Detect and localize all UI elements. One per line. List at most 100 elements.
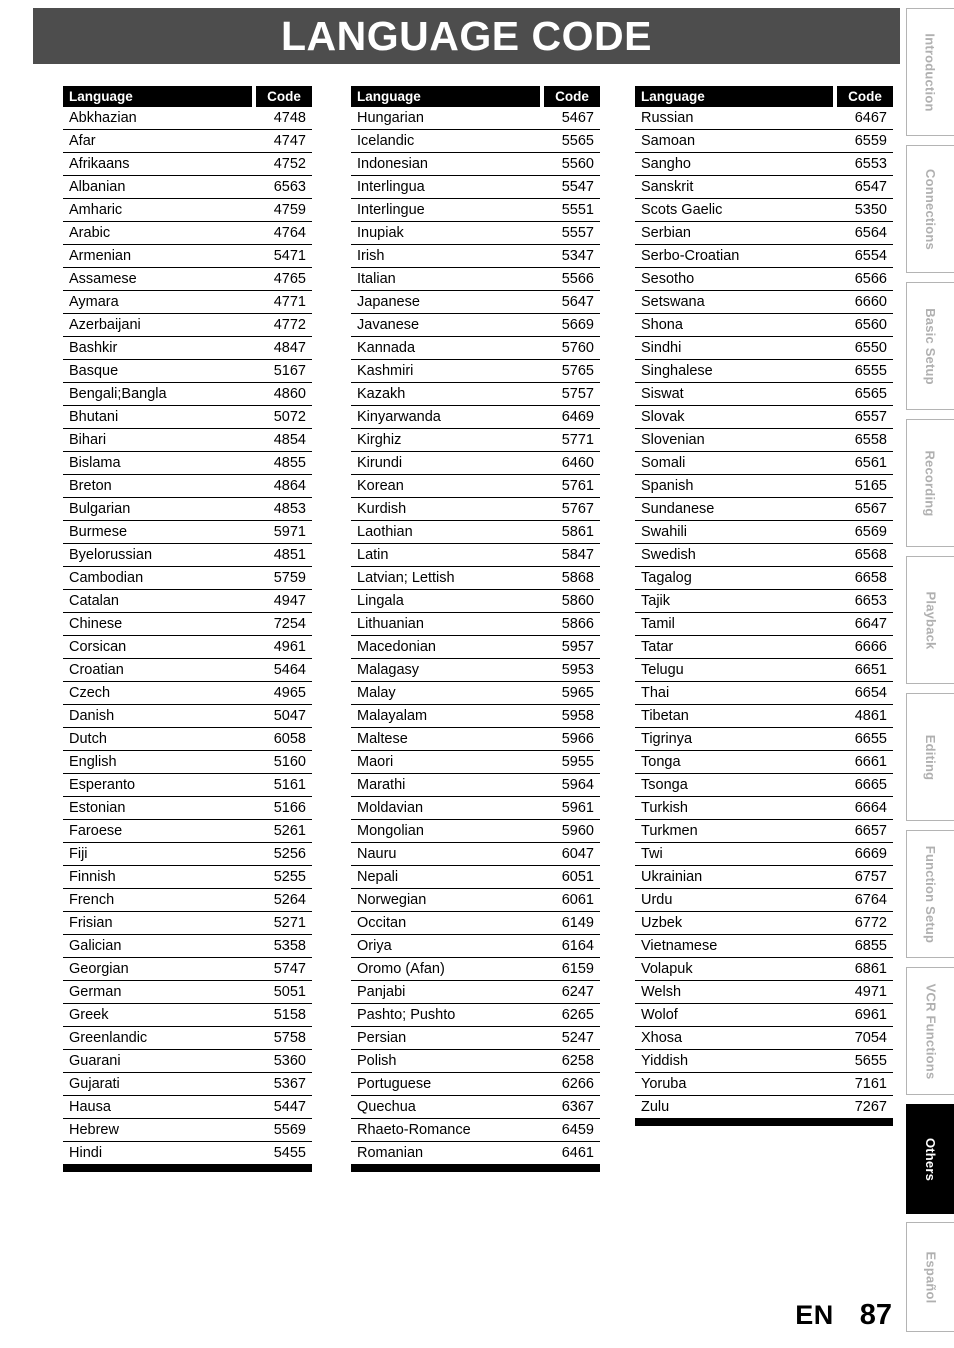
cell-language: Serbo-Croatian bbox=[641, 248, 740, 264]
cell-language: Nauru bbox=[357, 846, 397, 862]
cell-language: Spanish bbox=[641, 478, 694, 494]
table-row: Setswana 6660 bbox=[635, 291, 893, 314]
cell-language: Turkish bbox=[641, 800, 688, 816]
cell-code: 5847 bbox=[561, 547, 594, 563]
table-row: Pashto; Pushto 6265 bbox=[351, 1004, 600, 1027]
table-row: Moldavian 5961 bbox=[351, 797, 600, 820]
cell-code: 4853 bbox=[273, 501, 306, 517]
side-tab-editing[interactable]: Editing bbox=[906, 693, 954, 821]
cell-language: Bislama bbox=[69, 455, 121, 471]
cell-code: 5965 bbox=[561, 685, 594, 701]
cell-language: Afar bbox=[69, 133, 96, 149]
cell-language: Zulu bbox=[641, 1099, 670, 1115]
cell-language: Azerbaijani bbox=[69, 317, 141, 333]
table-row: Galician 5358 bbox=[63, 935, 312, 958]
cell-code: 6550 bbox=[854, 340, 887, 356]
table-row: Persian 5247 bbox=[351, 1027, 600, 1050]
cell-language: Swedish bbox=[641, 547, 696, 563]
table-row: Abkhazian 4748 bbox=[63, 107, 312, 130]
cell-language: Dutch bbox=[69, 731, 107, 747]
cell-language: Marathi bbox=[357, 777, 406, 793]
table-row: Panjabi 6247 bbox=[351, 981, 600, 1004]
side-tab-vcr-functions[interactable]: VCR Functions bbox=[906, 967, 954, 1095]
cell-language: Kurdish bbox=[357, 501, 407, 517]
table-row: Frisian 5271 bbox=[63, 912, 312, 935]
cell-code: 7054 bbox=[854, 1030, 887, 1046]
cell-language: Tamil bbox=[641, 616, 675, 632]
cell-language: Afrikaans bbox=[69, 156, 130, 172]
side-tab-others[interactable]: Others bbox=[906, 1104, 954, 1214]
cell-language: Breton bbox=[69, 478, 112, 494]
cell-code: 6149 bbox=[561, 915, 594, 931]
cell-language: Maltese bbox=[357, 731, 408, 747]
cell-language: Hungarian bbox=[357, 110, 424, 126]
cell-code: 6764 bbox=[854, 892, 887, 908]
table-row: Hausa 5447 bbox=[63, 1096, 312, 1119]
cell-language: Hausa bbox=[69, 1099, 111, 1115]
cell-language: Interlingua bbox=[357, 179, 425, 195]
cell-language: Malay bbox=[357, 685, 396, 701]
table-row: Kirghiz 5771 bbox=[351, 429, 600, 452]
cell-code: 6461 bbox=[561, 1145, 594, 1161]
cell-code: 6058 bbox=[273, 731, 306, 747]
table-row: English 5160 bbox=[63, 751, 312, 774]
cell-language: Amharic bbox=[69, 202, 123, 218]
cell-language: Kazakh bbox=[357, 386, 406, 402]
cell-language: Latin bbox=[357, 547, 389, 563]
column-header-code: Code bbox=[837, 86, 893, 107]
table-row: Basque 5167 bbox=[63, 360, 312, 383]
cell-code: 6467 bbox=[854, 110, 887, 126]
table-row: Faroese 5261 bbox=[63, 820, 312, 843]
side-tab-connections[interactable]: Connections bbox=[906, 145, 954, 273]
cell-code: 5261 bbox=[273, 823, 306, 839]
cell-code: 6563 bbox=[273, 179, 306, 195]
cell-code: 6459 bbox=[561, 1122, 594, 1138]
table-row: Oromo (Afan) 6159 bbox=[351, 958, 600, 981]
table-row: Sundanese 6567 bbox=[635, 498, 893, 521]
cell-language: Czech bbox=[69, 685, 111, 701]
table-row: Kinyarwanda 6469 bbox=[351, 406, 600, 429]
cell-code: 5569 bbox=[273, 1122, 306, 1138]
cell-language: Esperanto bbox=[69, 777, 136, 793]
cell-code: 5964 bbox=[561, 777, 594, 793]
cell-code: 6564 bbox=[854, 225, 887, 241]
table-row: Azerbaijani 4772 bbox=[63, 314, 312, 337]
table-row: Malayalam 5958 bbox=[351, 705, 600, 728]
cell-code: 6460 bbox=[561, 455, 594, 471]
cell-code: 5557 bbox=[561, 225, 594, 241]
cell-code: 6561 bbox=[854, 455, 887, 471]
table-row: Corsican 4961 bbox=[63, 636, 312, 659]
cell-language: Kirundi bbox=[357, 455, 403, 471]
side-tab-function-setup[interactable]: Function Setup bbox=[906, 830, 954, 958]
cell-code: 4764 bbox=[273, 225, 306, 241]
table-row: Danish 5047 bbox=[63, 705, 312, 728]
cell-code: 5669 bbox=[561, 317, 594, 333]
table-row: Yoruba 7161 bbox=[635, 1073, 893, 1096]
cell-language: Abkhazian bbox=[69, 110, 137, 126]
side-tab-introduction[interactable]: Introduction bbox=[906, 8, 954, 136]
table-header-row: Language Code bbox=[635, 86, 893, 107]
cell-code: 5271 bbox=[273, 915, 306, 931]
language-table-column-2: Language Code Hungarian 5467 Icelandic 5565 In… bbox=[351, 86, 600, 1172]
side-tab-label: Connections bbox=[923, 168, 938, 250]
cell-code: 6568 bbox=[854, 547, 887, 563]
table-row: Laothian 5861 bbox=[351, 521, 600, 544]
side-tab-playback[interactable]: Playback bbox=[906, 556, 954, 684]
cell-language: Latvian; Lettish bbox=[357, 570, 455, 586]
cell-language: Portuguese bbox=[357, 1076, 432, 1092]
cell-code: 5566 bbox=[561, 271, 594, 287]
side-tab-recording[interactable]: Recording bbox=[906, 419, 954, 547]
cell-language: Shona bbox=[641, 317, 683, 333]
side-tab-espa-ol[interactable]: Español bbox=[906, 1222, 954, 1332]
side-tab-basic-setup[interactable]: Basic Setup bbox=[906, 282, 954, 410]
cell-code: 5167 bbox=[273, 363, 306, 379]
cell-code: 5866 bbox=[561, 616, 594, 632]
cell-language: Kirghiz bbox=[357, 432, 402, 448]
table-row: Russian 6467 bbox=[635, 107, 893, 130]
cell-language: Pashto; Pushto bbox=[357, 1007, 456, 1023]
cell-code: 6855 bbox=[854, 938, 887, 954]
table-row: Kurdish 5767 bbox=[351, 498, 600, 521]
cell-code: 4847 bbox=[273, 340, 306, 356]
table-row: Afar 4747 bbox=[63, 130, 312, 153]
table-row: Mongolian 5960 bbox=[351, 820, 600, 843]
